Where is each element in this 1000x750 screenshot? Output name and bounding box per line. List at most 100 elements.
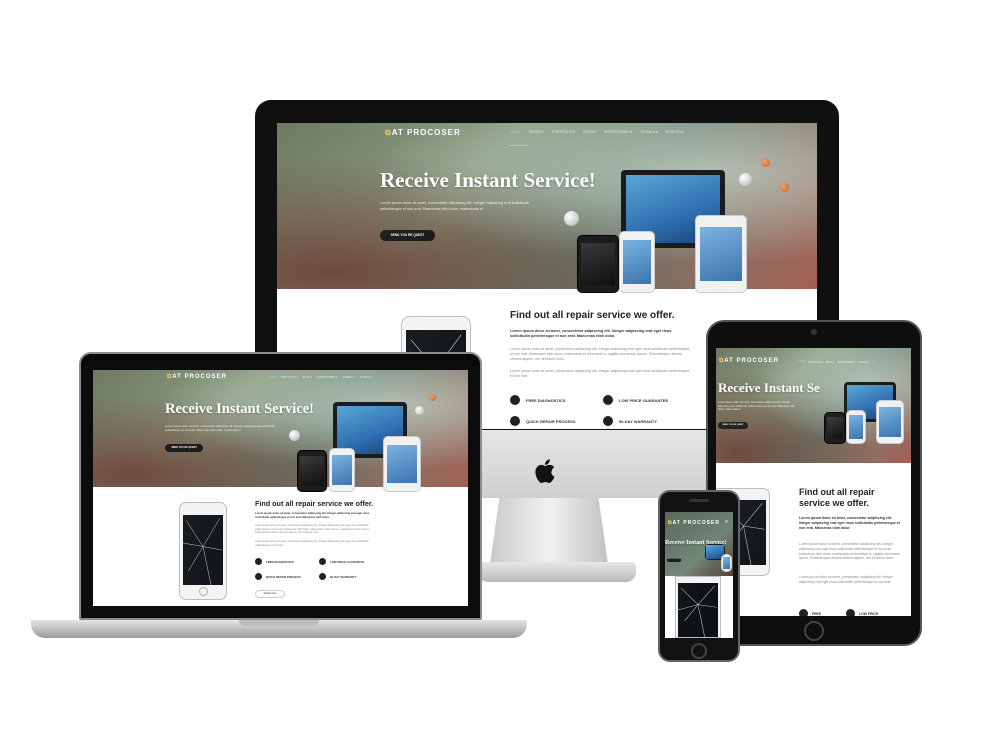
earbud-icon: [564, 211, 579, 226]
earbud-icon: [739, 173, 752, 186]
services-body-1: Lorem ipsum dolor sit amet, consectetur …: [799, 542, 901, 561]
services-body-1: Lorem ipsum dolor sit amet, consectetur …: [510, 347, 690, 361]
tag-icon: [846, 609, 855, 616]
earbud-icon: [289, 430, 300, 441]
earbud-icon: [415, 406, 424, 415]
wrench-icon: [255, 558, 262, 565]
feature-low-price: LOW PRICE: [846, 609, 878, 616]
hero-product-phone-broken: [824, 412, 846, 444]
services-body-2: Lorem ipsum dolor sit amet, consectetur …: [255, 540, 370, 547]
hero-product-phone-broken: [577, 235, 619, 293]
send-request-button[interactable]: SEND YOU RE QUEST: [380, 230, 435, 241]
nav-item-shortcodes[interactable]: SHORTCODES ▾: [604, 130, 632, 134]
nav-item-joomla[interactable]: JOOMLA ▾: [342, 376, 355, 379]
nav-item-portfolio[interactable]: PORTFOLIO ▾: [808, 361, 823, 364]
site-logo[interactable]: ⧉AT PROCOSER: [719, 358, 779, 365]
nav-item-joomla[interactable]: JOOMLA ▾: [640, 130, 657, 134]
nav-item-k2-blog[interactable]: K2 BLOG ▾: [360, 376, 373, 379]
nav-item-blog[interactable]: BLOG ▾: [583, 130, 596, 134]
feature-quick-repair: QUICK REPAIR PROCESS: [255, 573, 301, 580]
services-body-2: Lorem ipsum dolor sit amet, consectetur …: [510, 369, 690, 378]
nav-item-pages[interactable]: PAGES ▾: [529, 130, 544, 134]
hero-product-phone-white: [876, 400, 904, 444]
hero-text: Lorem ipsum dolor sit amet, consectetur …: [380, 201, 530, 211]
cart-icon[interactable]: 🛒: [692, 130, 696, 134]
nav-item-home[interactable]: HOME: [268, 376, 276, 379]
nav-item-blog[interactable]: BLOG ▾: [303, 376, 312, 379]
nav-item-joomla[interactable]: JOOMLA ▾: [858, 361, 869, 364]
laptop-screen: ⧉AT PROCOSER HOME PORTFOLIO ▾ BLOG ▾ SHO…: [93, 370, 468, 606]
wrench-icon: [799, 609, 808, 616]
shield-icon: [603, 416, 613, 426]
clock-icon: [255, 573, 262, 580]
tag-icon: [603, 395, 613, 405]
hero-product-phone-silver: [846, 410, 866, 444]
navbar: ⧉AT PROCOSER HOME PORTFOLIO ▾ BLOG ▾ SHO…: [93, 370, 468, 384]
services-title: Find out all repair service we offer.: [799, 487, 875, 508]
menu-icon[interactable]: ≡: [725, 519, 728, 525]
send-request-button[interactable]: SEND YOU RE QUEST: [165, 444, 203, 452]
hero-title: Receive Instant Se: [718, 380, 820, 395]
tablet-camera: [811, 329, 817, 335]
hero-banner: ⧉AT PROCOSER ≡ Receive Instant Service! …: [665, 512, 733, 576]
hero-title: Receive Instant Service!: [380, 168, 596, 192]
hero-banner: ⧉AT PROCOSER HOME PAGES ▾ PORTFOLIO ▾ BL…: [277, 123, 817, 293]
phone-screen: ⧉AT PROCOSER ≡ Receive Instant Service! …: [665, 512, 733, 638]
hero-text: Lorem ipsum dolor sit amet, consectetur …: [718, 401, 795, 412]
services-lead: Lorem ipsum dolor sit amet, consectetur …: [255, 512, 370, 519]
feature-free-diagnostics: FREE: [799, 609, 821, 616]
feature-free-diagnostics: FREE DIAGNOSTICS: [255, 558, 294, 565]
tag-icon: [319, 558, 326, 565]
tablet-home-button[interactable]: [804, 621, 824, 641]
site-logo[interactable]: ⧉AT PROCOSER: [385, 128, 461, 138]
send-request-button[interactable]: SEND YOU RE QUEST: [667, 558, 681, 562]
hero-product-phone-silver: [619, 231, 655, 293]
apple-logo-icon: [535, 459, 555, 483]
feature-low-price: LOW PRICE GUARANTEE: [319, 558, 364, 565]
shield-icon: [319, 573, 326, 580]
phone-speaker: [689, 499, 709, 502]
hero-title: Receive Instant Service!: [165, 401, 314, 417]
nav-item-shortcodes[interactable]: SHORTCODES ▾: [317, 376, 337, 379]
nav-item-portfolio[interactable]: PORTFOLIO ▾: [281, 376, 298, 379]
earbud-tip-icon: [429, 394, 436, 401]
feature-quick-repair: QUICK REPAIR PROCESS: [510, 416, 576, 426]
nav-menu: HOME PORTFOLIO ▾ BLOG ▾ SHORTCODES ▾ JOO…: [798, 361, 874, 364]
feature-low-price: LOW PRICE GUARANTEE: [603, 395, 668, 405]
nav-active-underline: [509, 145, 529, 146]
imac-stand-neck: [490, 498, 608, 564]
clock-icon: [510, 416, 520, 426]
send-request-button[interactable]: SEND YOU RE QUEST: [718, 422, 748, 429]
site-logo[interactable]: ⧉AT PROCOSER: [668, 520, 720, 526]
feature-warranty: 90-DAY WARRANTY: [319, 573, 357, 580]
navbar: ⧉AT PROCOSER HOME PORTFOLIO ▾ BLOG ▾ SHO…: [716, 348, 911, 365]
hero-product-phone-white: [695, 215, 747, 293]
nav-item-portfolio[interactable]: PORTFOLIO ▾: [552, 130, 576, 134]
navbar: ⧉AT PROCOSER HOME PAGES ▾ PORTFOLIO ▾ BL…: [277, 123, 817, 146]
broken-phone-image: [675, 576, 721, 638]
logo-mark-icon: ⧉: [385, 128, 392, 137]
nav-item-k2-blog[interactable]: K2 BLOG ▾: [666, 130, 684, 134]
wrench-icon: [510, 395, 520, 405]
tablet-screen: ⧉AT PROCOSER HOME PORTFOLIO ▾ BLOG ▾ SHO…: [716, 348, 911, 616]
nav-item-home[interactable]: HOME: [510, 130, 521, 134]
phone-home-button[interactable]: [691, 643, 707, 659]
nav-item-home[interactable]: HOME: [798, 361, 805, 364]
earbud-tip-icon: [761, 158, 770, 167]
hero-banner: ⧉AT PROCOSER HOME PORTFOLIO ▾ BLOG ▾ SHO…: [93, 370, 468, 492]
feature-warranty: 90-DAY WARRANTY: [603, 416, 657, 426]
site-logo[interactable]: ⧉AT PROCOSER: [167, 374, 227, 381]
nav-menu: HOME PORTFOLIO ▾ BLOG ▾ SHORTCODES ▾ JOO…: [268, 376, 381, 379]
nav-item-blog[interactable]: BLOG ▾: [826, 361, 834, 364]
services-body-2: Lorem ipsum dolor sit amet, consectetur …: [799, 575, 894, 584]
hero-product-phone-white: [721, 554, 732, 572]
cart-icon[interactable]: 🛒: [378, 376, 381, 379]
feature-free-diagnostics: FREE DIAGNOSTICS: [510, 395, 566, 405]
nav-item-shortcodes[interactable]: SHORTCODES ▾: [837, 361, 855, 364]
hero-text: Lorem ipsum dolor sit amet, consectetur …: [165, 424, 276, 432]
laptop-notch: [239, 620, 319, 626]
services-lead: Lorem ipsum dolor sit amet, consectetur …: [799, 516, 900, 530]
imac-stand-foot: [478, 562, 636, 582]
menu-icon[interactable]: ≡: [872, 361, 873, 364]
read-more-button[interactable]: Read more: [255, 590, 285, 598]
